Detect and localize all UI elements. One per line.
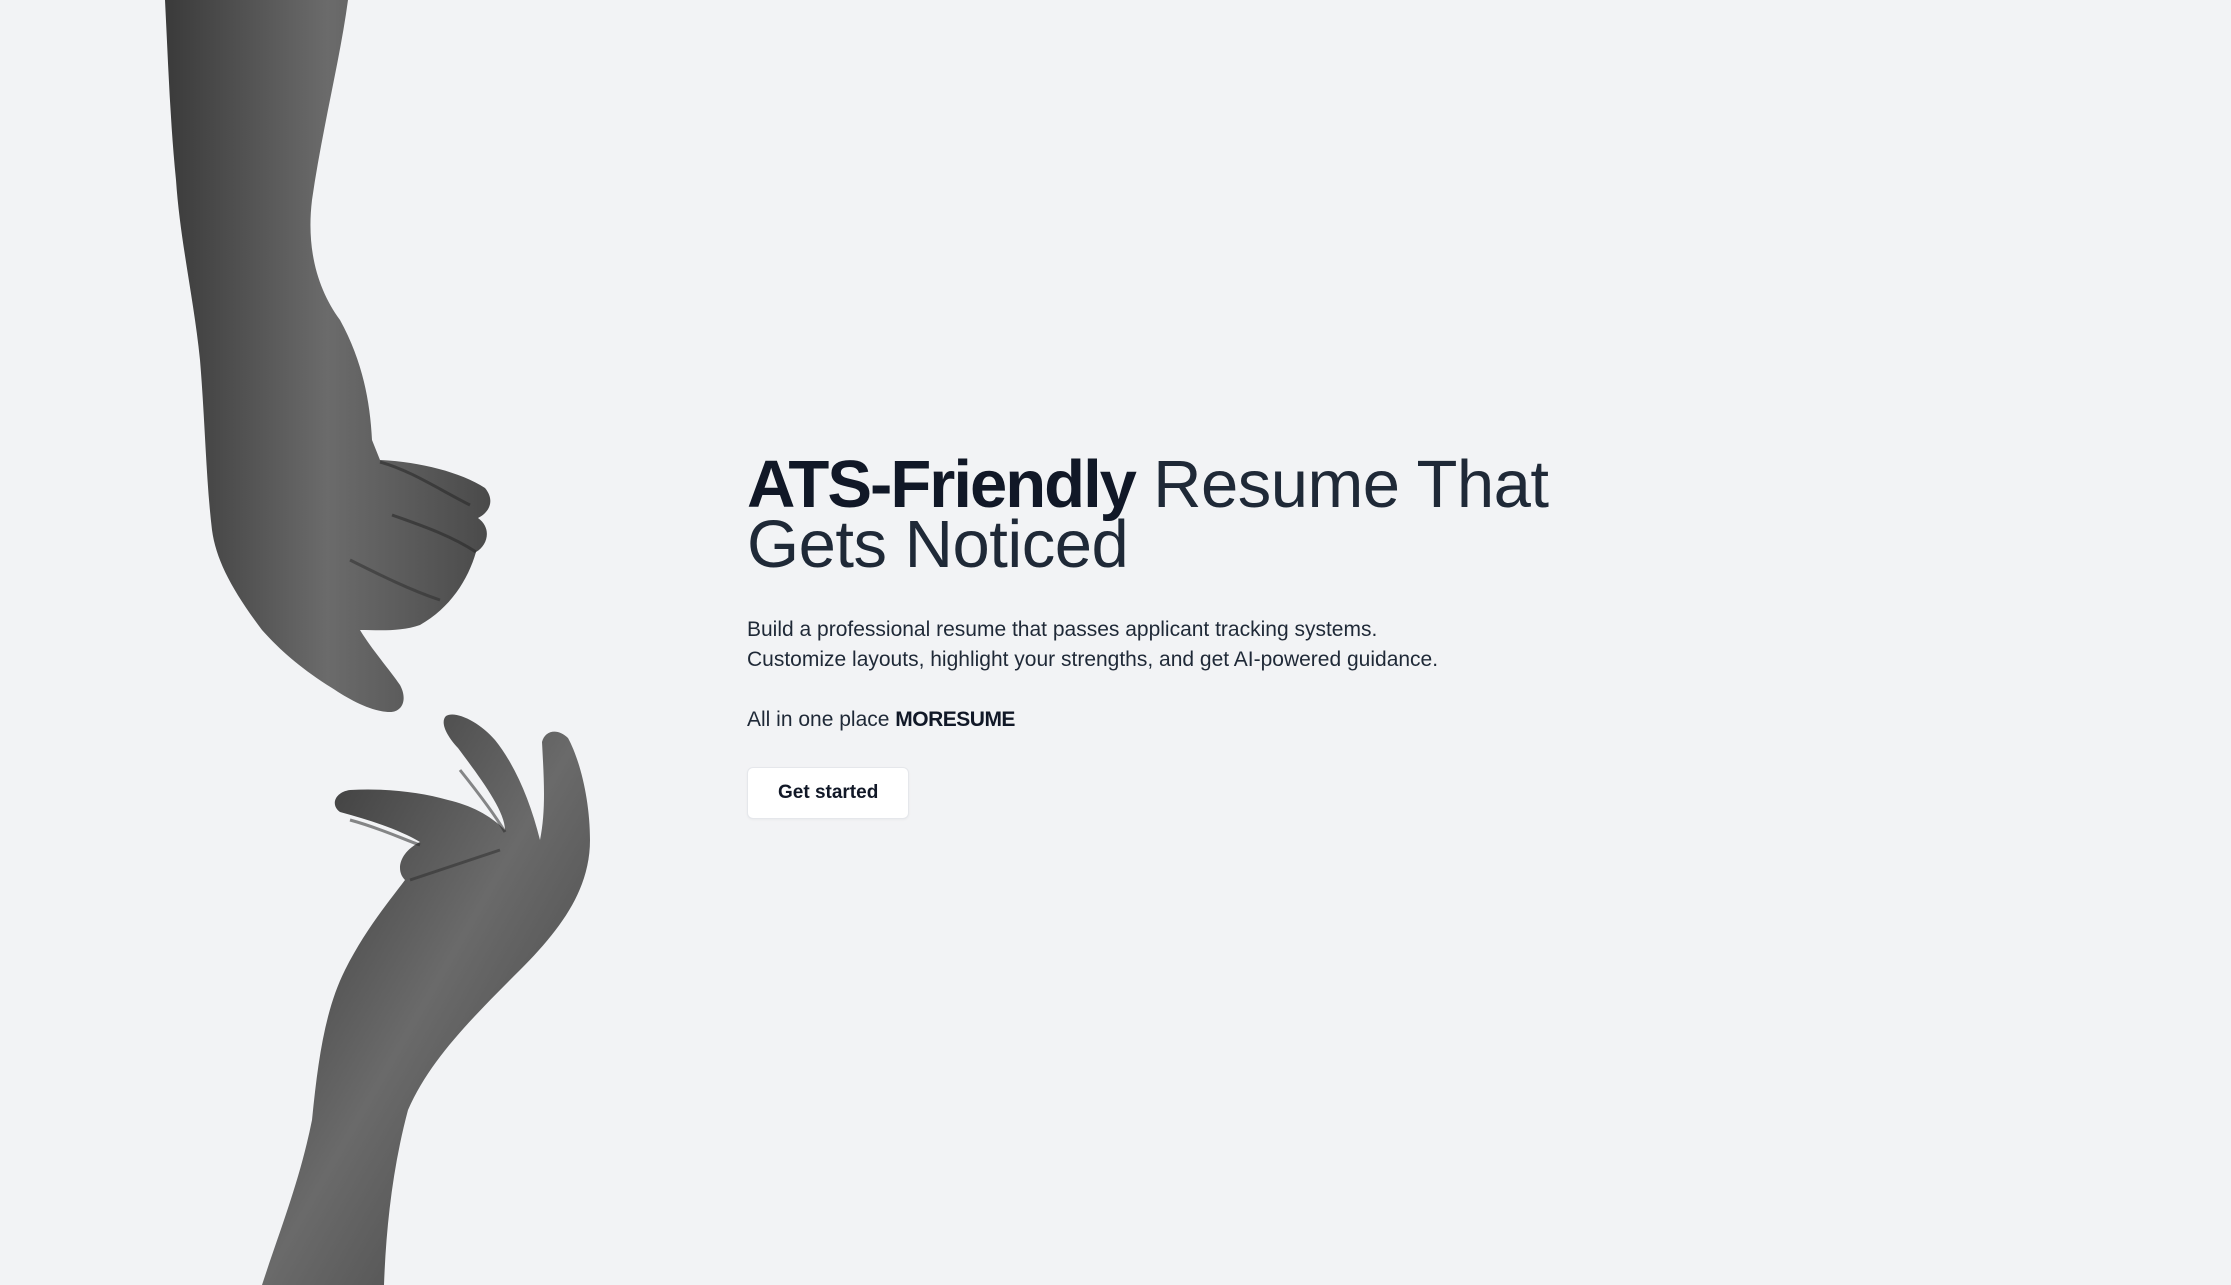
hero-section: ATS-Friendly Resume That Gets Noticed Bu…	[747, 451, 1607, 819]
lower-hand	[262, 714, 590, 1285]
reaching-hands-illustration	[165, 0, 590, 1285]
brand-name: MORESUME	[895, 708, 1015, 731]
landing-page: ATS-Friendly Resume That Gets Noticed Bu…	[0, 0, 2231, 1285]
description-line-2: Customize layouts, highlight your streng…	[747, 648, 1439, 671]
get-started-button[interactable]: Get started	[747, 767, 910, 819]
tagline: All in one place MORESUME	[747, 705, 1607, 735]
description-line-1: Build a professional resume that passes …	[747, 618, 1378, 641]
upper-hand	[165, 0, 491, 712]
tagline-prefix: All in one place	[747, 708, 896, 731]
page-title: ATS-Friendly Resume That Gets Noticed	[747, 451, 1607, 578]
hero-description: Build a professional resume that passes …	[747, 615, 1507, 675]
